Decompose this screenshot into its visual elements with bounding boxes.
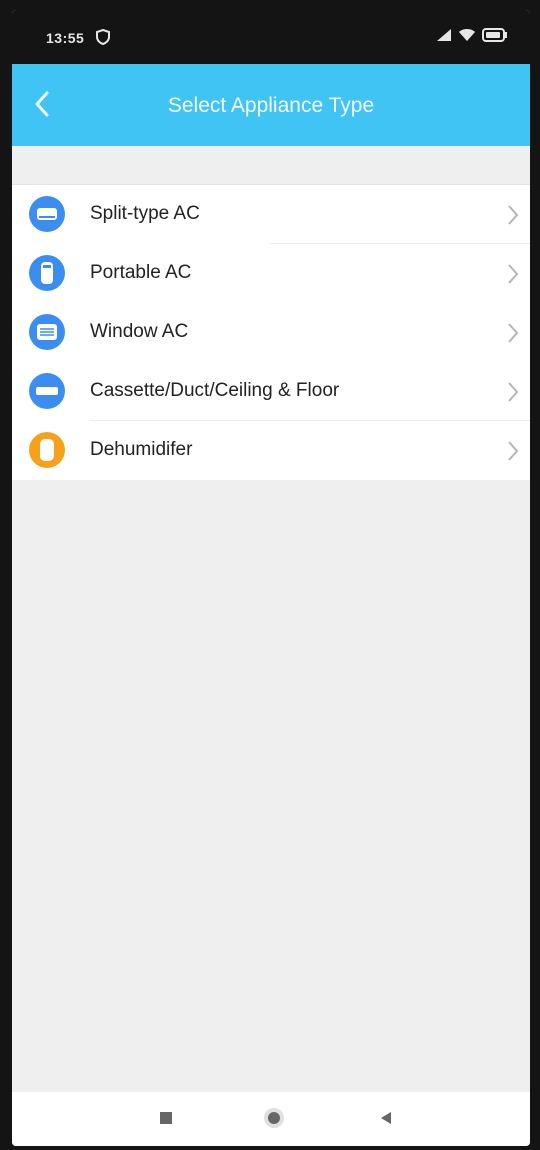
chevron-right-icon (506, 262, 520, 286)
system-nav-bar (12, 1092, 530, 1146)
phone-frame: 13:55 Select Appliance Type Split-type A… (0, 0, 540, 1150)
appliance-list: Split-type AC Portable AC Window AC Cass… (12, 184, 530, 480)
back-nav-button[interactable] (372, 1106, 400, 1134)
page-title: Select Appliance Type (167, 94, 375, 117)
portable-ac-icon (28, 254, 66, 292)
list-item-dehumidifier[interactable]: Dehumidifer (12, 421, 530, 480)
window-ac-icon (28, 313, 66, 351)
wifi-icon (458, 28, 476, 45)
list-item-label: Window AC (90, 321, 189, 342)
app-bar: Select Appliance Type (12, 64, 530, 146)
list-item-label: Dehumidifer (90, 439, 193, 460)
chevron-right-icon (506, 203, 520, 227)
status-bar: 13:55 (12, 10, 530, 64)
chevron-right-icon (506, 380, 520, 404)
list-item-label: Split-type AC (90, 203, 200, 224)
list-item-window-ac[interactable]: Window AC (12, 303, 530, 362)
screen: 13:55 Select Appliance Type Split-type A… (12, 10, 530, 1146)
status-time: 13:55 (46, 30, 85, 46)
home-button[interactable] (260, 1106, 288, 1134)
shield-icon (96, 28, 110, 48)
list-item-label: Portable AC (90, 262, 192, 283)
battery-icon (482, 28, 508, 45)
list-item-label: Cassette/Duct/Ceiling & Floor (90, 380, 340, 401)
cassette-ac-icon (28, 372, 66, 410)
home-circle-icon (262, 1106, 286, 1135)
signal-icon (436, 28, 452, 45)
split-ac-icon (28, 195, 66, 233)
recents-button[interactable] (152, 1106, 180, 1134)
list-item-split-type-ac[interactable]: Split-type AC (12, 185, 530, 244)
list-item-cassette-duct-ceiling-floor[interactable]: Cassette/Duct/Ceiling & Floor (12, 362, 530, 421)
dehumidifier-icon (28, 431, 66, 469)
chevron-right-icon (506, 439, 520, 463)
chevron-right-icon (506, 321, 520, 345)
list-item-portable-ac[interactable]: Portable AC (12, 244, 530, 303)
back-triangle-icon (379, 1111, 393, 1130)
recents-square-icon (159, 1111, 173, 1130)
status-icons (436, 28, 508, 45)
